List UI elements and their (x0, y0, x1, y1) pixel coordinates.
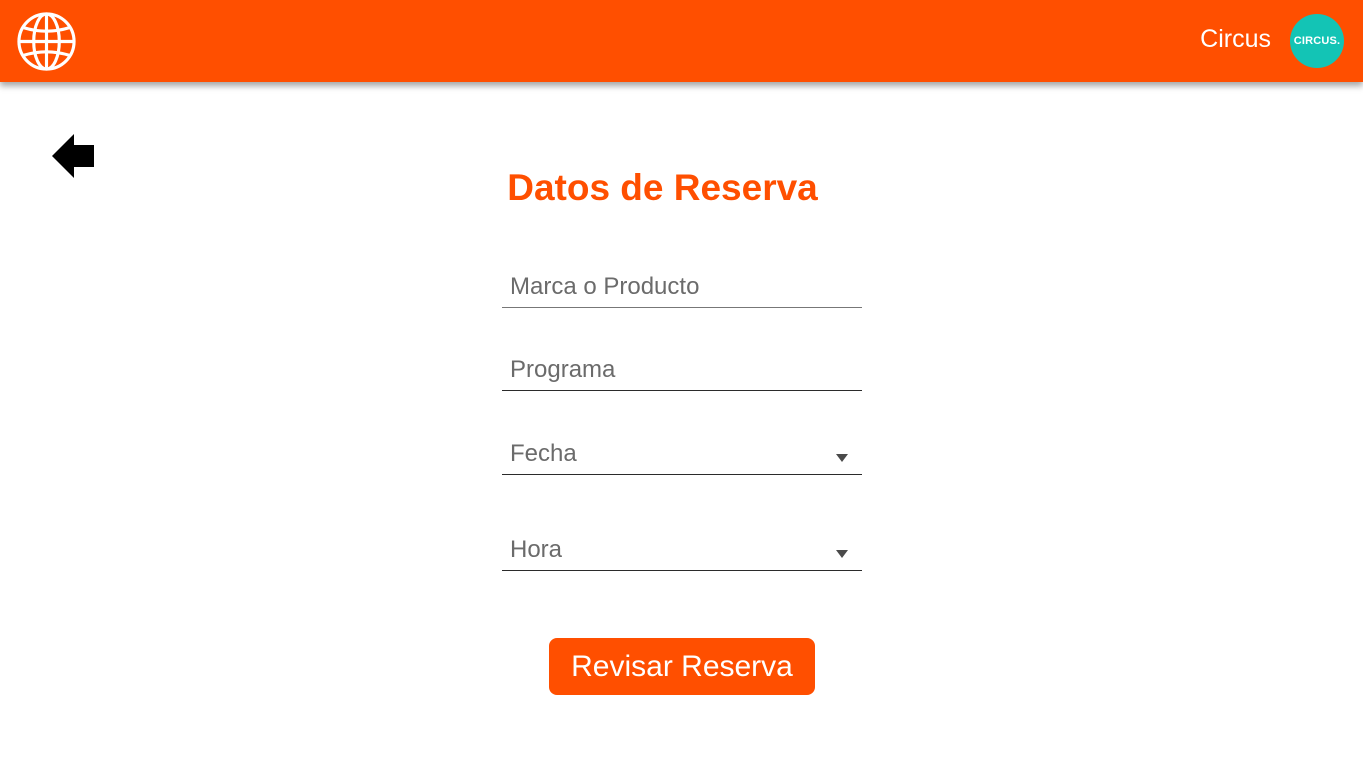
page-title: Datos de Reserva (507, 167, 818, 208)
programa-placeholder: Programa (510, 356, 616, 383)
chevron-down-icon[interactable] (836, 454, 848, 462)
marca-producto-input[interactable]: Marca o Producto (502, 266, 862, 308)
globe-icon[interactable] (16, 11, 77, 72)
marca-producto-placeholder: Marca o Producto (510, 273, 700, 300)
programa-input[interactable]: Programa (502, 349, 862, 391)
avatar[interactable]: CIRCUS. (1290, 14, 1344, 68)
revisar-reserva-button[interactable]: Revisar Reserva (549, 638, 815, 695)
fecha-placeholder: Fecha (510, 440, 577, 467)
account-name: Circus (1200, 25, 1271, 53)
fecha-select[interactable]: Fecha (502, 433, 862, 475)
hora-placeholder: Hora (510, 536, 563, 563)
avatar-text: CIRCUS. (1293, 35, 1341, 47)
hora-select[interactable]: Hora (502, 529, 862, 571)
chevron-down-icon[interactable] (836, 550, 848, 558)
app-header: Circus CIRCUS. (0, 0, 1363, 82)
